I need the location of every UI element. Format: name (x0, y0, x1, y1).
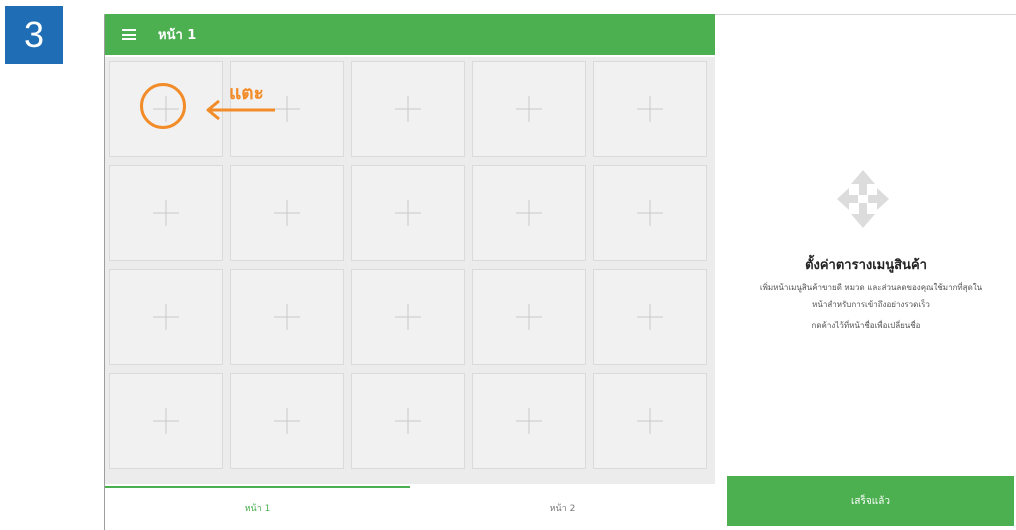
plus-icon (407, 200, 409, 226)
plus-icon (407, 408, 409, 434)
plus-icon (649, 96, 651, 122)
plus-icon (165, 408, 167, 434)
menu-tile-add[interactable] (230, 373, 344, 469)
page-title: หน้า 1 (158, 28, 197, 43)
panel-description-line-2: หน้าสำหรับการเข้าถึงอย่างรวดเร็ว (812, 300, 930, 309)
plus-icon (649, 200, 651, 226)
plus-icon (165, 304, 167, 330)
menu-tile-add[interactable] (593, 165, 707, 261)
info-panel: ตั้งค่าตารางเมนูสินค้า เพิ่มหน้าเมนูสินค… (716, 14, 1016, 530)
panel-description-line-1: เพิ่มหน้าเมนูสินค้าขายดี หมวด และส่วนลดข… (759, 283, 983, 292)
plus-icon (649, 304, 651, 330)
menu-tile-add[interactable] (351, 61, 465, 157)
menu-tile-add[interactable] (109, 165, 223, 261)
plus-icon (528, 96, 530, 122)
panel-description: เพิ่มหน้าเมนูสินค้าขายดี หมวด และส่วนลดข… (726, 279, 1016, 313)
menu-grid (105, 57, 715, 484)
panel-title: ตั้งค่าตารางเมนูสินค้า (805, 258, 927, 273)
plus-icon (286, 96, 288, 122)
menu-tile-add[interactable] (593, 61, 707, 157)
menu-tile-add[interactable] (472, 61, 586, 157)
panel-hint: กดค้างไว้ที่หน้าชื่อเพื่อเปลี่ยนชื่อ (811, 321, 921, 330)
plus-icon (407, 304, 409, 330)
plus-icon (165, 200, 167, 226)
menu-tile-add[interactable] (351, 269, 465, 365)
top-app-bar: หน้า 1 (105, 14, 715, 55)
plus-icon (407, 96, 409, 122)
plus-icon (528, 304, 530, 330)
plus-icon (286, 304, 288, 330)
menu-tile-add[interactable] (351, 373, 465, 469)
menu-tile-add[interactable] (230, 165, 344, 261)
menu-tile-add[interactable] (593, 269, 707, 365)
menu-tile-add[interactable] (472, 269, 586, 365)
hamburger-menu-icon[interactable] (122, 29, 136, 40)
menu-tile-add[interactable] (109, 269, 223, 365)
menu-tile-add[interactable] (593, 373, 707, 469)
menu-tile-add[interactable] (472, 373, 586, 469)
plus-icon (649, 408, 651, 434)
tab-page-1[interactable]: หน้า 1 (105, 486, 410, 530)
plus-icon (528, 408, 530, 434)
plus-icon (528, 200, 530, 226)
tap-highlight-circle (140, 83, 186, 129)
menu-tile-add[interactable] (230, 269, 344, 365)
done-button[interactable]: เสร็จแล้ว (727, 476, 1014, 526)
move-arrows-icon (837, 170, 889, 228)
menu-tile-add[interactable] (109, 373, 223, 469)
plus-icon (286, 408, 288, 434)
tap-instruction-label: แตะ (229, 82, 264, 104)
page-tabs: หน้า 1 หน้า 2 (105, 486, 715, 530)
tab-page-2[interactable]: หน้า 2 (410, 486, 715, 530)
plus-icon (286, 200, 288, 226)
menu-tile-add[interactable] (472, 165, 586, 261)
menu-tile-add[interactable] (351, 165, 465, 261)
step-number-badge: 3 (5, 6, 63, 64)
